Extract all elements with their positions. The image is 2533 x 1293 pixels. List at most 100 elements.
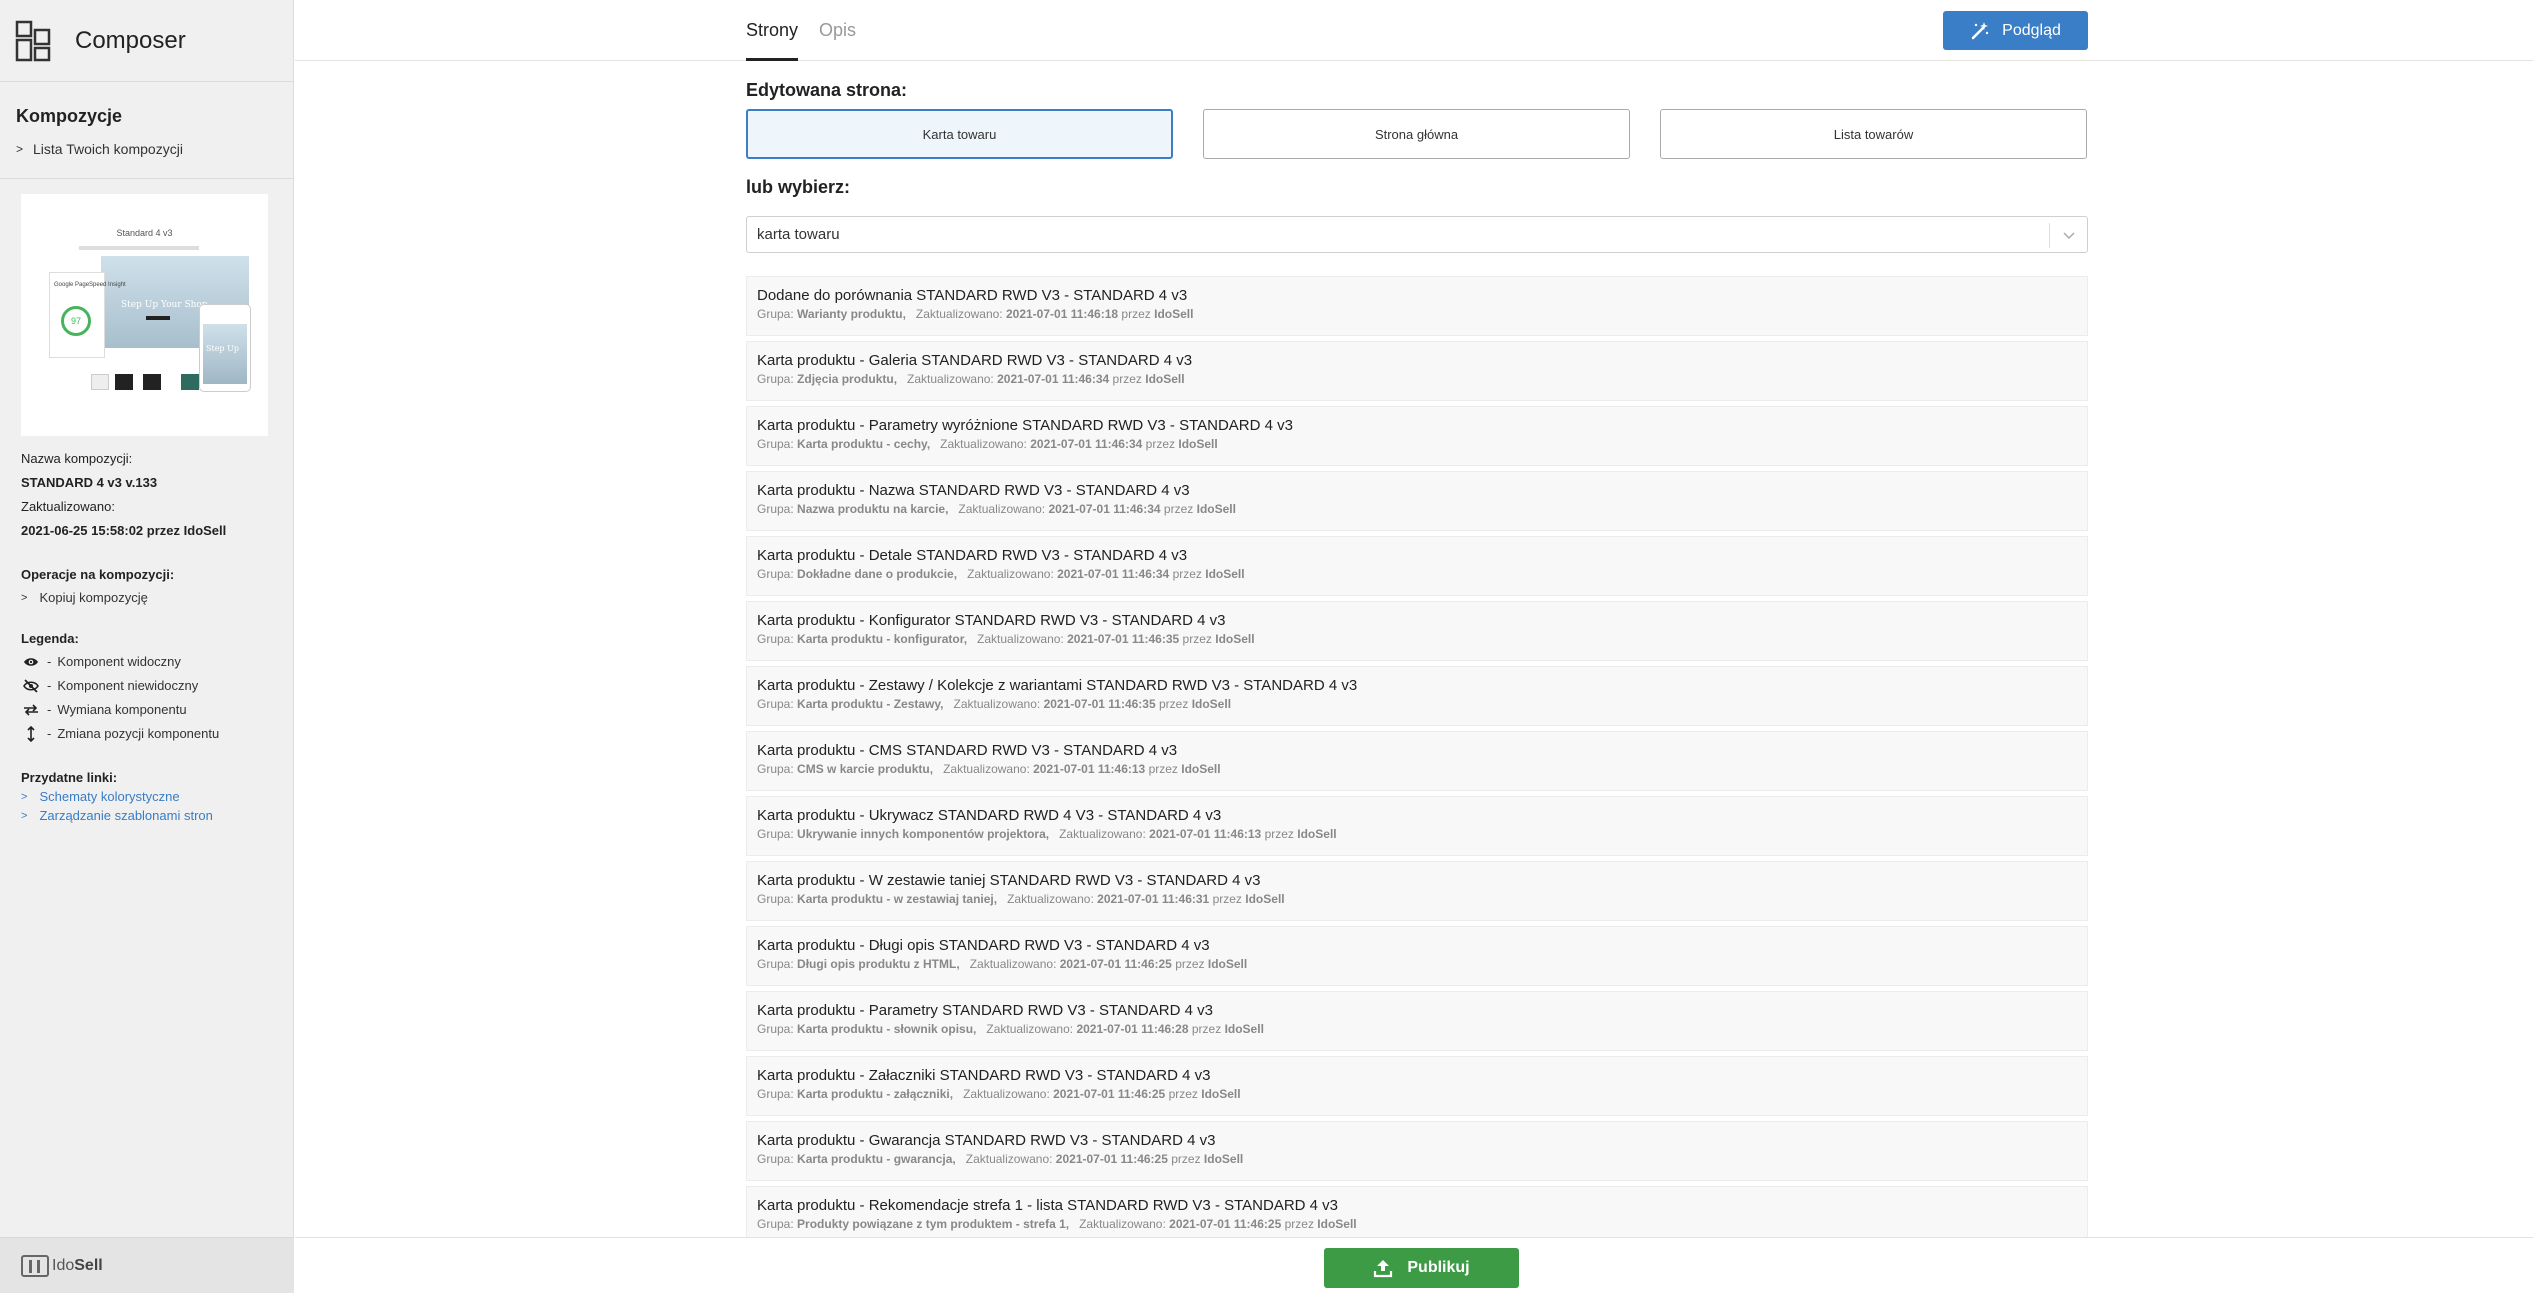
component-title: Karta produktu - Parametry STANDARD RWD …: [757, 1002, 1213, 1019]
compositions-list-link[interactable]: > Lista Twoich kompozycji: [16, 141, 277, 157]
updated-label: Zaktualizowano:: [965, 1152, 1053, 1166]
component-group: Karta produktu - załączniki,: [797, 1087, 954, 1101]
sidebar-footer: Ido Sell: [0, 1237, 294, 1293]
component-title: Karta produktu - Załaczniki STANDARD RWD…: [757, 1067, 1211, 1084]
component-group: Karta produktu - konfigurator,: [797, 632, 968, 646]
publish-button[interactable]: Publikuj: [1324, 1248, 1519, 1288]
component-list-item[interactable]: Karta produktu - Załaczniki STANDARD RWD…: [746, 1056, 2088, 1116]
updated-label: Zaktualizowano:: [943, 762, 1030, 776]
component-list-item[interactable]: Karta produktu - Detale STANDARD RWD V3 …: [746, 536, 2088, 596]
component-group: Zdjęcia produktu,: [797, 372, 898, 386]
color-schemes-link[interactable]: > Schematy kolorystyczne: [21, 789, 293, 804]
component-author: IdoSell: [1207, 957, 1248, 971]
component-author: IdoSell: [1201, 1087, 1241, 1101]
thumbnail-product: [115, 374, 133, 390]
legend-label: Wymiana komponentu: [57, 702, 187, 717]
copy-composition-label: Kopiuj kompozycję: [39, 590, 148, 605]
chevron-down-icon[interactable]: [2049, 223, 2087, 248]
group-label: Grupa:: [757, 307, 794, 321]
brand-bold: Sell: [74, 1256, 103, 1274]
component-list-item[interactable]: Karta produktu - Parametry STANDARD RWD …: [746, 991, 2088, 1051]
component-list-item[interactable]: Karta produktu - CMS STANDARD RWD V3 - S…: [746, 731, 2088, 791]
thumbnail-hero-button: [146, 316, 170, 320]
thumbnail-product: [143, 374, 161, 390]
updated-label: Zaktualizowano:: [1007, 892, 1094, 906]
component-author: IdoSell: [1205, 567, 1245, 581]
component-meta: Grupa: Karta produktu - cechy, Zaktualizo…: [757, 437, 2077, 451]
by-label: przez: [1264, 827, 1294, 841]
updated-label: Zaktualizowano:: [958, 502, 1046, 516]
component-meta: Grupa: Zdjęcia produktu, Zaktualizowano: …: [757, 372, 2077, 386]
component-list-item[interactable]: Karta produktu - Konfigurator STANDARD R…: [746, 601, 2088, 661]
updated-by: IdoSell: [183, 523, 227, 538]
component-author: IdoSell: [1196, 502, 1236, 516]
app-title: Composer: [75, 26, 186, 54]
component-list-item[interactable]: Karta produktu - Galeria STANDARD RWD V3…: [746, 341, 2088, 401]
updated-label: Zaktualizowano:: [1059, 827, 1146, 841]
by-label: przez: [1284, 1217, 1314, 1231]
component-meta: Grupa: Długi opis produktu z HTML, Zaktua…: [757, 957, 2077, 971]
component-meta: Grupa: Dokładne dane o produkcie, Zaktual…: [757, 567, 2077, 581]
page-templates-link[interactable]: > Zarządzanie szablonami stron: [21, 808, 293, 823]
by-label: przez: [1168, 1087, 1198, 1101]
component-meta: Grupa: Karta produktu - konfigurator, Zak…: [757, 632, 2077, 646]
page-select-value: karta towaru: [757, 226, 840, 243]
preview-button-label: Podgląd: [2002, 21, 2061, 39]
component-updated: 2021-07-01 11:46:13: [1033, 762, 1146, 776]
component-author: IdoSell: [1145, 372, 1185, 386]
bottom-bar: Publikuj: [295, 1237, 2533, 1293]
page-button-home[interactable]: Strona główna: [1203, 109, 1630, 159]
composer-logo-icon: [15, 20, 51, 61]
component-list-item[interactable]: Karta produktu - Długi opis STANDARD RWD…: [746, 926, 2088, 986]
composition-updated-value: 2021-06-25 15:58:02 przez IdoSell: [21, 519, 293, 543]
by-label: przez: [1121, 307, 1151, 321]
link-label: Schematy kolorystyczne: [39, 789, 180, 804]
component-list-item[interactable]: Karta produktu - Zestawy / Kolekcje z wa…: [746, 666, 2088, 726]
thumbnail-product: [181, 374, 199, 390]
idosell-mark-icon: [21, 1254, 49, 1277]
component-list-item[interactable]: Karta produktu - W zestawie taniej STAND…: [746, 861, 2088, 921]
component-author: IdoSell: [1203, 1152, 1244, 1166]
updated-label: Zaktualizowano:: [969, 957, 1057, 971]
tab-pages[interactable]: Strony: [746, 20, 799, 61]
by-label: przez: [1163, 502, 1194, 516]
updated-label: Zaktualizowano:: [940, 437, 1027, 451]
component-updated: 2021-07-01 11:46:34: [1057, 567, 1170, 581]
component-list-item[interactable]: Karta produktu - Gwarancja STANDARD RWD …: [746, 1121, 2088, 1181]
component-author: IdoSell: [1191, 697, 1232, 711]
copy-composition-link[interactable]: > Kopiuj kompozycję: [21, 590, 293, 605]
component-updated: 2021-07-01 11:46:34: [1048, 502, 1161, 516]
component-title: Karta produktu - Parametry wyróżnione ST…: [757, 417, 1293, 434]
updated-label: Zaktualizowano:: [1079, 1217, 1166, 1231]
component-title: Karta produktu - Długi opis STANDARD RWD…: [757, 937, 1210, 954]
preview-button[interactable]: Podgląd: [1943, 11, 2088, 50]
component-author: IdoSell: [1245, 892, 1285, 906]
component-list-item[interactable]: Karta produktu - Parametry wyróżnione ST…: [746, 406, 2088, 466]
eye-slash-icon: [21, 678, 41, 693]
tab-description[interactable]: Opis: [819, 20, 856, 58]
page-button-product-list[interactable]: Lista towarów: [1660, 109, 2087, 159]
component-list: Dodane do porównania STANDARD RWD V3 - S…: [746, 276, 2088, 1251]
compositions-section: Kompozycje > Lista Twoich kompozycji: [0, 82, 293, 157]
component-group: Warianty produktu,: [797, 307, 906, 321]
component-title: Karta produktu - Konfigurator STANDARD R…: [757, 612, 1226, 629]
page-button-product-card[interactable]: Karta towaru: [746, 109, 1173, 159]
component-list-item[interactable]: Karta produktu - Ukrywacz STANDARD RWD 4…: [746, 796, 2088, 856]
group-label: Grupa:: [757, 957, 794, 971]
thumbnail-hero-text: Step Up Your Shop: [121, 300, 208, 310]
edited-page-label: Edytowana strona:: [746, 80, 908, 100]
component-updated: 2021-07-01 11:46:25: [1053, 1087, 1166, 1101]
choose-label: lub wybierz:: [746, 177, 851, 197]
component-title: Dodane do porównania STANDARD RWD V3 - S…: [757, 287, 1188, 304]
thumbnail-product: [91, 374, 109, 390]
component-title: Karta produktu - Zestawy / Kolekcje z wa…: [757, 677, 1358, 694]
component-group: Karta produktu - gwarancja,: [797, 1152, 956, 1166]
by-label: przez: [1191, 1022, 1222, 1036]
compositions-heading: Kompozycje: [16, 106, 123, 126]
group-label: Grupa:: [757, 1087, 794, 1101]
by-label: przez: [1159, 697, 1189, 711]
page-select[interactable]: karta towaru: [746, 216, 2088, 253]
component-list-item[interactable]: Karta produktu - Nazwa STANDARD RWD V3 -…: [746, 471, 2088, 531]
component-list-item[interactable]: Dodane do porównania STANDARD RWD V3 - S…: [746, 276, 2088, 336]
chevron-right-icon: >: [21, 809, 28, 822]
